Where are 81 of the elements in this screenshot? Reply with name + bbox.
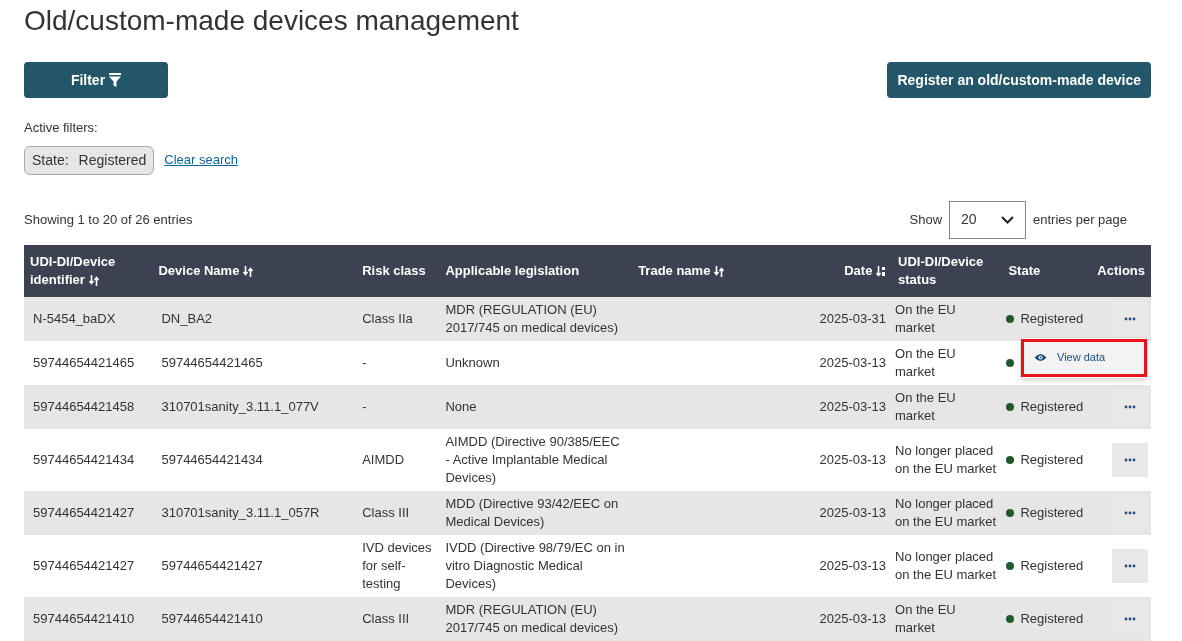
table-cell: Class IIa bbox=[362, 310, 413, 326]
table-cell: None bbox=[445, 398, 477, 414]
table-cell: 310701sanity_3.11.1_077V bbox=[161, 398, 319, 414]
state-label: Registered bbox=[1020, 503, 1084, 522]
filter-chip-label: State: bbox=[32, 150, 69, 170]
table-cell: MDD (Directive 93/42/EEC on Medical Devices) bbox=[445, 495, 619, 529]
show-label: Show bbox=[909, 210, 943, 229]
more-actions-button[interactable] bbox=[1112, 548, 1148, 583]
table-cell: 59744654421465 bbox=[161, 354, 263, 370]
clear-search-link[interactable]: Clear search bbox=[164, 150, 238, 170]
table-cell: 2025-03-13 bbox=[819, 354, 887, 370]
table-cell: 2025-03-13 bbox=[819, 557, 887, 573]
more-icon bbox=[1124, 563, 1136, 568]
table-cell: 2025-03-13 bbox=[819, 398, 887, 414]
table-cell: 2025-03-13 bbox=[819, 451, 887, 467]
table-cell: Unknown bbox=[445, 354, 500, 370]
table-cell: AIMDD bbox=[362, 451, 405, 467]
table-cell-text: On the EU market bbox=[895, 388, 957, 425]
table-cell-text: On the EU market bbox=[895, 300, 957, 337]
table-cell: 59744654421434 bbox=[33, 451, 135, 467]
column-header[interactable]: Device Name bbox=[158, 261, 253, 280]
eye-icon bbox=[1034, 353, 1047, 362]
column-header[interactable]: Risk class bbox=[362, 261, 426, 280]
more-icon bbox=[1124, 616, 1136, 621]
table-cell: 59744654421410 bbox=[33, 610, 135, 626]
state-label: Registered bbox=[1020, 397, 1084, 416]
column-header[interactable]: Date bbox=[844, 261, 887, 280]
column-header[interactable]: Actions bbox=[1097, 261, 1145, 280]
table-cell: 59744654421410 bbox=[161, 610, 263, 626]
more-actions-button[interactable] bbox=[1112, 442, 1148, 477]
page-size-select[interactable]: 20 bbox=[949, 200, 1027, 239]
menu-item[interactable]: View data bbox=[1021, 338, 1147, 377]
table-cell: Class III bbox=[362, 504, 410, 520]
table-cell-text: No longer placed on the EU market bbox=[895, 494, 998, 531]
table-cell: N-5454_baDX bbox=[33, 310, 116, 326]
table-cell: DN_BA2 bbox=[161, 310, 213, 326]
table-cell: MDR (REGULATION (EU) 2017/745 on medical devices) bbox=[445, 301, 619, 335]
active-filters-label: Active filters: bbox=[24, 119, 99, 137]
table-cell: 2025-03-31 bbox=[819, 310, 887, 326]
table-cell: - bbox=[362, 398, 367, 414]
filter-icon bbox=[109, 73, 122, 87]
column-header[interactable]: Applicable legislation bbox=[445, 261, 580, 280]
table-cell-text: On the EU market bbox=[895, 344, 957, 381]
filter-chip[interactable]: State: Registered bbox=[24, 145, 155, 175]
table-cell: 310701sanity_3.11.1_057R bbox=[161, 504, 320, 520]
table-cell: 59744654421427 bbox=[33, 504, 135, 520]
table-cell: 59744654421427 bbox=[161, 557, 263, 573]
state-label: Registered bbox=[1020, 556, 1084, 575]
filter-button[interactable]: Filter bbox=[24, 62, 168, 98]
entries-per-page-label: entries per page bbox=[1033, 210, 1127, 229]
table-cell: Class III bbox=[362, 610, 410, 626]
page-title: Old/custom-made devices management bbox=[24, 4, 520, 38]
table-cell: 2025-03-13 bbox=[819, 504, 887, 520]
more-icon bbox=[1124, 510, 1136, 515]
column-header[interactable]: UDI-DI/Device identifier bbox=[30, 252, 147, 289]
more-icon bbox=[1124, 457, 1136, 462]
table-cell-text: No longer placed on the EU market bbox=[895, 441, 998, 478]
table-cell-text: No longer placed on the EU market bbox=[895, 547, 998, 584]
table-cell: - bbox=[362, 354, 367, 370]
entries-summary: Showing 1 to 20 of 26 entries bbox=[24, 210, 193, 229]
more-icon bbox=[1124, 404, 1136, 409]
column-header[interactable]: UDI-DI/Device status bbox=[898, 252, 997, 289]
table-cell: IVD devices for self-testing bbox=[362, 539, 432, 591]
table-cell: IVDD (Directive 98/79/EC on in vitro Diagnostic Medical Devices) bbox=[445, 539, 625, 591]
table-cell: AIMDD (Directive 90/385/EEC - Active Implantable Medical Devices) bbox=[445, 433, 620, 485]
table-cell-text: On the EU market bbox=[895, 600, 957, 637]
column-header[interactable]: Trade name bbox=[638, 261, 724, 280]
table-cell: 59744654421434 bbox=[161, 451, 263, 467]
table-cell: 2025-03-13 bbox=[819, 610, 887, 626]
table-cell: MDR (REGULATION (EU) 2017/745 on medical devices) bbox=[445, 601, 619, 635]
table-cell: 59744654421427 bbox=[33, 557, 135, 573]
state-label: Registered bbox=[1020, 309, 1084, 328]
table-cell: 59744654421458 bbox=[33, 398, 135, 414]
state-label: Registered bbox=[1020, 609, 1084, 628]
column-header[interactable]: State bbox=[1008, 261, 1041, 280]
table-cell: 59744654421465 bbox=[33, 354, 135, 370]
chevron-down-icon bbox=[1001, 215, 1015, 224]
state-label: Registered bbox=[1020, 450, 1084, 469]
register-button[interactable]: Register an old/custom-made device bbox=[887, 62, 1151, 98]
filter-chip-value: Registered bbox=[78, 150, 147, 170]
more-icon bbox=[1124, 316, 1136, 321]
